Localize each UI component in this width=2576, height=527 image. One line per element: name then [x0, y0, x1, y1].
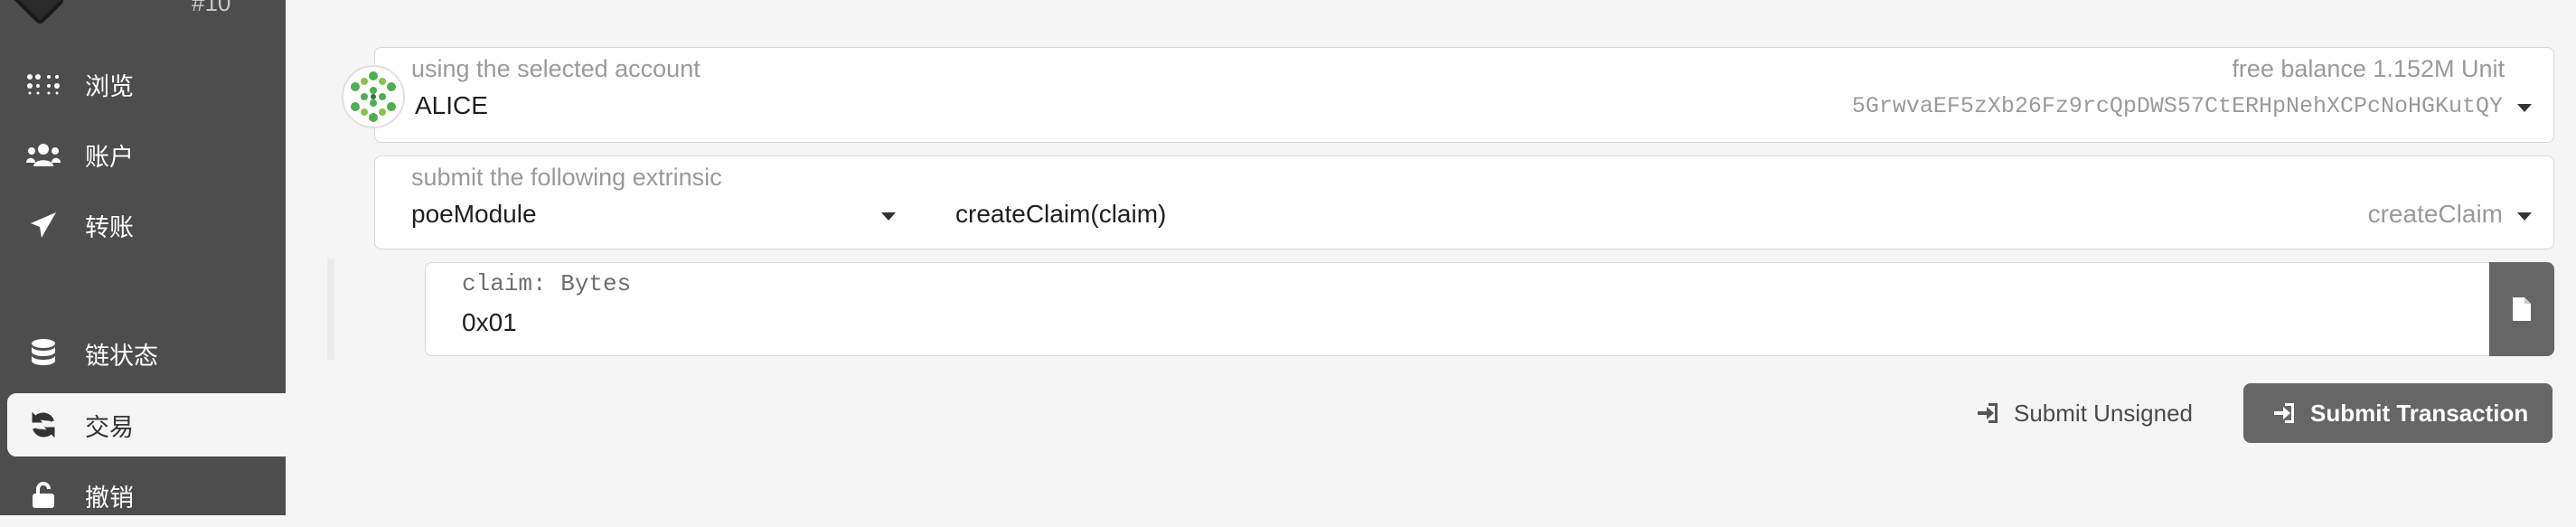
- claim-value[interactable]: 0x01: [462, 308, 517, 337]
- sidebar-item-label: 账户: [85, 143, 134, 172]
- claim-input[interactable]: claim: Bytes 0x01: [425, 262, 2491, 356]
- free-balance: free balance 1.152M Unit: [2232, 55, 2505, 82]
- sidebar-item-label: 转账: [85, 213, 134, 242]
- sidebar: #10 浏览 账户 转账 链状态 交易 撤销: [0, 0, 286, 515]
- sidebar-item-chainstate[interactable]: 链状态: [7, 322, 286, 385]
- call-select[interactable]: createClaim(claim): [955, 200, 1166, 229]
- identicon-icon: [351, 71, 396, 122]
- file-icon: [2513, 297, 2531, 321]
- sidebar-item-transfer[interactable]: 转账: [7, 193, 286, 257]
- submit-transaction-button[interactable]: Submit Transaction: [2243, 383, 2552, 443]
- chevron-down-icon[interactable]: [2517, 104, 2532, 112]
- extrinsic-selector: submit the following extrinsic poeModule…: [374, 155, 2554, 249]
- sidebar-item-unlock[interactable]: 撤销: [7, 464, 286, 527]
- unlock-icon: [25, 482, 61, 509]
- param-label: claim: Bytes: [462, 270, 632, 297]
- extrinsic-label: submit the following extrinsic: [411, 164, 722, 191]
- param-indent: [327, 259, 334, 360]
- block-number: #10: [192, 0, 231, 16]
- sidebar-item-label: 交易: [85, 413, 134, 442]
- chevron-down-icon[interactable]: [881, 212, 896, 221]
- sync-icon: [25, 411, 61, 438]
- sidebar-item-explorer[interactable]: 浏览: [7, 52, 286, 116]
- database-icon: [25, 339, 61, 368]
- chevron-down-icon[interactable]: [2517, 212, 2532, 221]
- users-icon: [25, 143, 61, 166]
- file-upload-button[interactable]: [2489, 262, 2554, 356]
- grid-dots-icon: [25, 73, 61, 95]
- account-label: using the selected account: [411, 55, 700, 82]
- paper-plane-icon: [25, 212, 61, 239]
- submit-unsigned-button[interactable]: Submit Unsigned: [1970, 385, 2214, 441]
- sidebar-item-label: 撤销: [85, 484, 134, 513]
- sign-in-icon: [1976, 401, 1999, 425]
- sidebar-item-label: 浏览: [85, 72, 134, 101]
- account-avatar[interactable]: [342, 65, 405, 128]
- sidebar-item-extrinsics[interactable]: 交易: [7, 393, 286, 456]
- app-logo[interactable]: [6, 0, 66, 26]
- sidebar-item-label: 链状态: [85, 342, 158, 371]
- account-selector[interactable]: using the selected account ALICE free ba…: [374, 47, 2554, 143]
- submit-transaction-label: Submit Transaction: [2310, 399, 2529, 427]
- module-select[interactable]: poeModule: [411, 200, 537, 229]
- submit-unsigned-label: Submit Unsigned: [2014, 399, 2193, 427]
- sign-in-icon: [2272, 401, 2296, 425]
- account-address: 5GrwvaEF5zXb26Fz9rcQpDWS57CtERHpNehXCPcN…: [1851, 93, 2503, 119]
- method-name: createClaim: [2367, 200, 2503, 228]
- account-name: ALICE: [415, 91, 488, 119]
- sidebar-item-accounts[interactable]: 账户: [7, 123, 286, 186]
